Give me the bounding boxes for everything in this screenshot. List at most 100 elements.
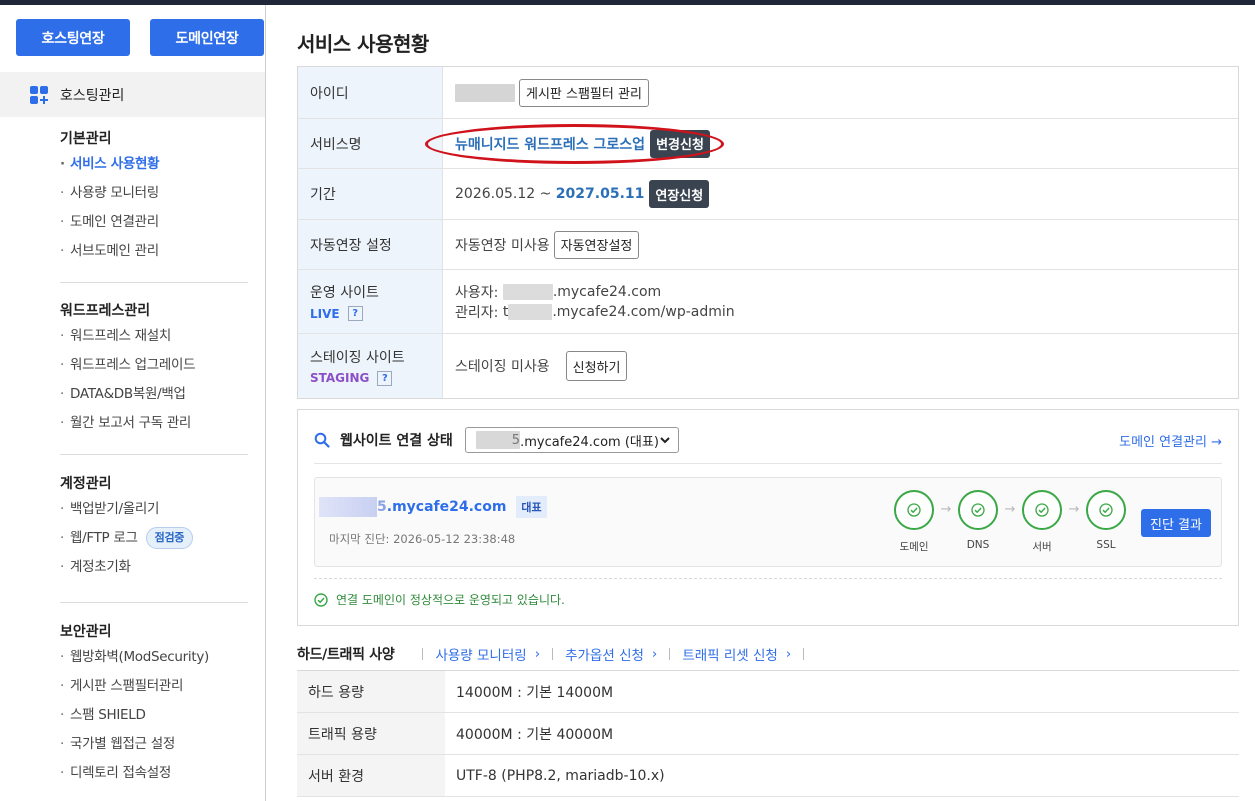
step-label: SSL bbox=[1096, 539, 1116, 551]
last-diagnosis: 마지막 진단: 2026-05-12 23:38:48 bbox=[329, 532, 516, 546]
sidebar-main-menu-hosting[interactable]: 호스팅관리 bbox=[0, 72, 265, 117]
help-icon[interactable]: ? bbox=[377, 370, 393, 386]
maintenance-badge: 점검중 bbox=[145, 527, 194, 549]
sidebar-item-country-access[interactable]: · 국가별 웹접근 설정 bbox=[60, 730, 248, 759]
info-row-staging-site: 스테이징 사이트 STAGING? 스테이징 미사용 신청하기 bbox=[298, 334, 1238, 398]
period-start: 2026.05.12 ~ bbox=[455, 186, 556, 202]
spam-filter-manage-button[interactable]: 게시판 스팸필터 관리 bbox=[519, 78, 649, 107]
spec-header: 하드/트래픽 사양 사용량 모니터링 › 추가옵션 신청 › 트래픽 리셋 신청 › bbox=[297, 644, 816, 664]
sidebar-item-wp-upgrade[interactable]: · 워드프레스 업그레이드 bbox=[60, 351, 248, 380]
card-domain[interactable]: .mycafe24.com bbox=[387, 499, 507, 515]
sidebar-item-account-reset[interactable]: · 계정초기화 bbox=[60, 553, 248, 582]
staging-apply-button[interactable]: 신청하기 bbox=[565, 351, 628, 381]
domain-connection-link[interactable]: 도메인 연결관리 → bbox=[1119, 431, 1222, 450]
section-title: 보안관리 bbox=[60, 624, 112, 640]
step-dns: DNS bbox=[957, 490, 999, 551]
sidebar-item-subdomain[interactable]: · 서브도메인 관리 bbox=[60, 237, 248, 266]
auto-renew-status: 자동연장 미사용 bbox=[455, 237, 550, 254]
info-label: 아이디 bbox=[298, 67, 443, 118]
divider bbox=[60, 454, 248, 455]
info-row-live-site: 운영 사이트 LIVE? 사용자: .mycafe24.com 관리자: t .… bbox=[298, 270, 1238, 334]
staging-tag: STAGING bbox=[310, 371, 370, 385]
spec-value: 14000M : 기본 14000M bbox=[456, 684, 614, 701]
sidebar-section-account: 계정관리 · 백업받기/올리기 · 웹/FTP 로그 점검중 · 계정초기화 bbox=[60, 473, 248, 582]
staging-status: 스테이징 미사용 bbox=[455, 359, 550, 375]
info-row-id: 아이디 게시판 스팸필터 관리 bbox=[298, 67, 1238, 119]
primary-badge: 대표 bbox=[516, 496, 547, 518]
divider bbox=[314, 463, 1222, 464]
spec-label: 트래픽 용량 bbox=[297, 713, 445, 754]
masked-domain bbox=[319, 497, 377, 517]
spec-label: 서버 환경 bbox=[297, 755, 445, 796]
check-circle-icon bbox=[314, 592, 328, 607]
service-info-table: 아이디 게시판 스팸필터 관리 서비스명 뉴매니지드 워드프레스 그로스업 변경… bbox=[297, 66, 1239, 399]
chevron-down-icon bbox=[660, 437, 670, 444]
usage-monitoring-link[interactable]: 사용량 모니터링 › bbox=[435, 644, 540, 664]
section-title: 계정관리 bbox=[60, 476, 112, 492]
change-request-button[interactable]: 변경신청 bbox=[650, 129, 710, 158]
select-prefix: 5 bbox=[511, 432, 521, 448]
sidebar-item-backup-upload[interactable]: · 백업받기/올리기 bbox=[60, 495, 248, 524]
sidebar-item-service-status[interactable]: · 서비스 사용현황 bbox=[60, 150, 248, 179]
section-title: 워드프레스관리 bbox=[60, 303, 151, 319]
masked-domain bbox=[508, 303, 553, 320]
auto-renew-setting-button[interactable]: 자동연장설정 bbox=[553, 230, 640, 259]
step-label: 도메인 bbox=[899, 541, 929, 553]
arrow-right-icon: → bbox=[940, 502, 952, 517]
connection-title: 웹사이트 연결 상태 bbox=[340, 433, 453, 449]
period-end: 2027.05.11 bbox=[555, 186, 645, 202]
step-ssl: SSL bbox=[1085, 490, 1127, 551]
spec-table: 하드 용량 14000M : 기본 14000M 트래픽 용량 40000M :… bbox=[297, 670, 1239, 797]
step-domain: 도메인 bbox=[893, 490, 935, 554]
section-title: 기본관리 bbox=[60, 131, 112, 147]
sidebar-item-directory-access[interactable]: · 디렉토리 접속설정 bbox=[60, 759, 248, 788]
table-row: 트래픽 용량 40000M : 기본 40000M bbox=[297, 713, 1239, 755]
renew-request-button[interactable]: 연장신청 bbox=[649, 180, 710, 208]
table-row: 서버 환경 UTF-8 (PHP8.2, mariadb-10.x) bbox=[297, 755, 1239, 797]
service-name: 뉴매니지드 워드프레스 그로스업 bbox=[455, 136, 646, 153]
masked-domain bbox=[502, 283, 553, 300]
check-circle-icon bbox=[1035, 503, 1049, 517]
traffic-reset-link[interactable]: 트래픽 리셋 신청 › bbox=[682, 644, 791, 664]
table-row: 하드 용량 14000M : 기본 14000M bbox=[297, 671, 1239, 713]
domain-select[interactable]: 5 .mycafe24.com (대표) bbox=[464, 427, 679, 453]
page-title: 서비스 사용현황 bbox=[297, 32, 429, 56]
info-label: 자동연장 설정 bbox=[298, 220, 443, 269]
sidebar-item-monthly-report[interactable]: · 월간 보고서 구독 관리 bbox=[60, 409, 248, 438]
additional-option-link[interactable]: 추가옵션 신청 › bbox=[565, 644, 657, 664]
live-user-url: 사용자: .mycafe24.com bbox=[455, 282, 661, 302]
sidebar-item-wp-reinstall[interactable]: · 워드프레스 재설치 bbox=[60, 322, 248, 351]
user-url-suffix: .mycafe24.com bbox=[552, 283, 662, 300]
sidebar-section-security: 보안관리 · 웹방화벽(ModSecurity) · 게시판 스팸필터관리 · 스팸 … bbox=[60, 621, 248, 788]
sidebar-item-web-ftp-log[interactable]: · 웹/FTP 로그 점검중 bbox=[60, 524, 248, 553]
step-label: DNS bbox=[966, 539, 990, 551]
sidebar-section-basic: 기본관리 · 서비스 사용현황 · 사용량 모니터링 · 도메인 연결관리 · 서브도메… bbox=[60, 128, 248, 266]
info-label: 기간 bbox=[298, 169, 443, 219]
help-icon[interactable]: ? bbox=[347, 306, 363, 321]
sidebar-item-modsecurity[interactable]: · 웹방화벽(ModSecurity) bbox=[60, 643, 248, 672]
sidebar-item-domain-connection[interactable]: · 도메인 연결관리 bbox=[60, 208, 248, 237]
check-circle-icon bbox=[907, 503, 921, 517]
domain-status-card: 5 .mycafe24.com 대표 마지막 진단: 2026-05-12 23… bbox=[314, 477, 1222, 567]
hosting-renew-button[interactable]: 호스팅연장 bbox=[16, 19, 130, 56]
sidebar: 호스팅연장 도메인연장 호스팅관리 기본관리 · 서비스 사용현황 · 사용량 모니… bbox=[0, 5, 266, 801]
diagnosis-steps: 도메인 → DNS → 서버 → SSL bbox=[893, 490, 1127, 554]
sidebar-item-data-db-backup[interactable]: · DATA&DB복원/백업 bbox=[60, 380, 248, 409]
sidebar-item-usage-monitoring[interactable]: · 사용량 모니터링 bbox=[60, 179, 248, 208]
card-domain-prefix: 5 bbox=[377, 499, 387, 515]
live-tag: LIVE bbox=[310, 306, 340, 321]
live-admin-url: 관리자: t .mycafe24.com/wp-admin bbox=[455, 302, 735, 322]
info-label: 운영 사이트 bbox=[310, 285, 379, 301]
connection-ok-message: 연결 도메인이 정상적으로 운영되고 있습니다. bbox=[336, 593, 565, 607]
domain-renew-button[interactable]: 도메인연장 bbox=[150, 19, 264, 56]
sidebar-top-buttons: 호스팅연장 도메인연장 bbox=[16, 19, 264, 56]
diagnosis-result-button[interactable]: 진단 결과 bbox=[1141, 509, 1211, 537]
main-menu-label: 호스팅관리 bbox=[60, 87, 125, 104]
search-icon bbox=[314, 432, 330, 448]
info-label: 서비스명 bbox=[298, 119, 443, 168]
sidebar-item-spam-filter[interactable]: · 게시판 스팸필터관리 bbox=[60, 672, 248, 701]
info-row-period: 기간 2026.05.12 ~ 2027.05.11 연장신청 bbox=[298, 169, 1238, 220]
step-server: 서버 bbox=[1021, 490, 1063, 554]
arrow-right-icon: → bbox=[1068, 502, 1080, 517]
sidebar-item-spam-shield[interactable]: · 스팸 SHIELD bbox=[60, 701, 248, 730]
